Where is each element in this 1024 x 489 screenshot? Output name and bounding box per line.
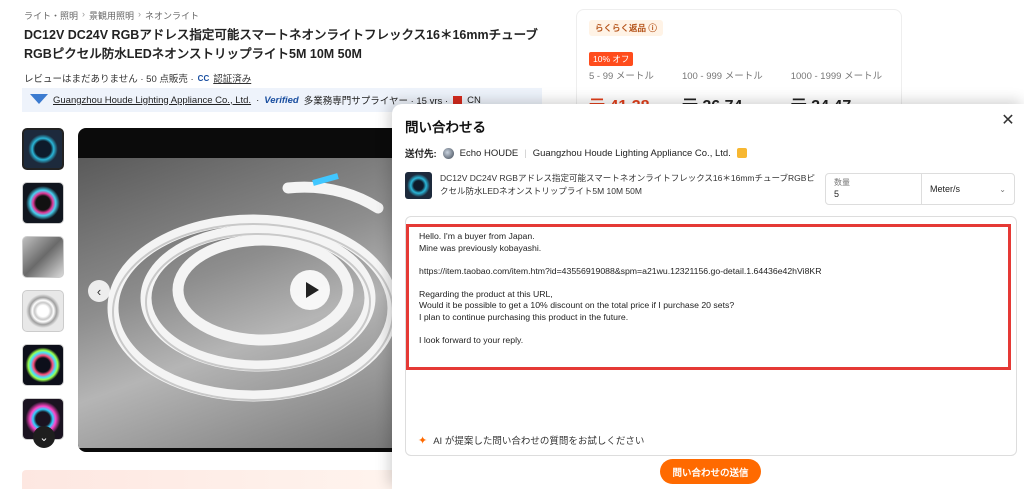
chevron-down-icon: ⌄ [999,184,1006,194]
tier-range: 100 - 999 メートル [681,71,763,82]
divider: | [524,147,527,159]
contact-name: Echo HOUDE [459,147,519,159]
thumbnail-image[interactable] [22,182,64,224]
tier-range: 5 - 99 メートル [589,71,654,82]
unit-value: Meter/s [930,184,961,194]
quantity-field[interactable]: 数量 5 [826,174,922,204]
review-summary: レビューはまだありません · 50 点販売 · [24,74,194,85]
verified-link[interactable]: 認証済み [213,71,251,85]
thumbnail-image[interactable] [22,128,64,170]
neon-coil-illustration [107,173,399,402]
promo-banner [22,470,402,489]
tier-range: 1000 - 1999 メートル [790,71,883,82]
thumbnail-image[interactable] [22,344,64,386]
thumbnail-image[interactable] [22,290,64,332]
quantity-label: 数量 [834,178,850,187]
thumbnail-list [22,128,66,452]
recipient-row: 送付先: Echo HOUDE | Guangzhou Houde Lighti… [405,146,747,160]
review-row: レビューはまだありません · 50 点販売 · CC 認証済み [24,71,251,86]
inquiry-product: DC12V DC24V RGBアドレス指定可能スマートネオンライトフレックス16… [405,172,817,199]
ai-suggestion[interactable]: ✦ AI が提案した問い合わせの質問をお試しください [418,433,645,448]
breadcrumb-item[interactable]: ライト・照明 [24,9,78,22]
quantity-unit-box: 数量 5 Meter/s ⌄ [825,173,1015,205]
easy-return-label: らくらく返品 [595,23,647,33]
play-video-button[interactable] [290,270,330,310]
main-product-image[interactable] [78,128,408,452]
supplier-logo-icon [30,94,48,106]
message-text[interactable]: Hello. I'm a buyer from Japan. Mine was … [419,231,999,346]
discount-badge: 10% オフ [589,52,634,66]
sparkle-icon: ✦ [418,434,428,447]
breadcrumb-item[interactable]: ネオンライト [145,9,199,22]
price-card: らくらく返品 ⓘ 10% オフ 5 - 99 メートル 元 41.38 100 … [576,9,902,119]
separator-dot: · [256,94,260,106]
modal-title: 問い合わせる [405,120,486,135]
unit-select[interactable]: Meter/s ⌄ [922,174,1014,204]
verified-small-icon: CC [197,73,210,83]
product-title: DC12V DC24V RGBアドレス指定可能スマートネオンライトフレックス16… [24,28,538,61]
message-textarea[interactable]: Hello. I'm a buyer from Japan. Mine was … [405,216,1017,456]
chevron-right-icon: › [82,9,86,19]
thumbnail-image[interactable] [22,236,64,278]
chevron-down-icon[interactable]: ⌄ [33,426,55,448]
recipient-label: 送付先: [405,149,437,160]
product-name: DC12V DC24V RGBアドレス指定可能スマートネオンライトフレックス16… [440,173,815,196]
breadcrumb: ライト・照明 › 景観用照明 › ネオンライト [24,9,199,22]
previous-image-button[interactable]: ‹ [88,280,110,302]
cn-flag-icon [453,96,463,104]
inquiry-modal: 問い合わせる ✕ 送付先: Echo HOUDE | Guangzhou Hou… [392,104,1024,489]
supplier-company-link[interactable]: Guangzhou Houde Lighting Appliance Co., … [53,95,251,106]
avatar [442,147,454,159]
verified-badge: Verified [264,94,299,106]
breadcrumb-item[interactable]: 景観用照明 [89,9,134,22]
chevron-right-icon: › [138,9,142,19]
easy-return-badge[interactable]: らくらく返品 ⓘ [589,20,663,36]
gold-supplier-icon [736,148,747,158]
info-icon: ⓘ [648,23,657,33]
recipient-company: Guangzhou Houde Lighting Appliance Co., … [532,147,731,159]
send-inquiry-button[interactable]: 問い合わせの送信 [660,459,761,484]
close-icon[interactable]: ✕ [998,110,1018,130]
quantity-value[interactable]: 5 [834,189,913,199]
ai-suggestion-label: AI が提案した問い合わせの質問をお試しください [433,436,645,447]
product-thumbnail [405,172,432,199]
